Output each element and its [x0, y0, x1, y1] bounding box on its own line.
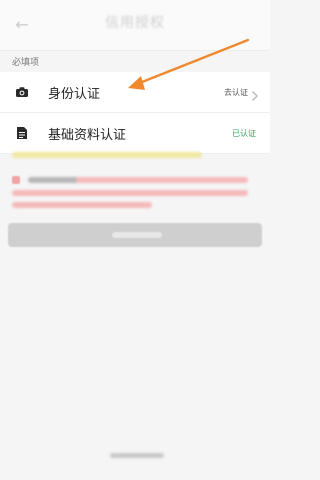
basic-info-status: 已认证 [232, 128, 256, 138]
basic-info-verification-label: 基础资料认证 [48, 127, 127, 143]
identity-verification-row[interactable]: 身份认证 去认证 [0, 72, 270, 113]
chevron-right-icon [252, 86, 258, 105]
submit-button-label [112, 232, 162, 238]
agreement-text [12, 190, 248, 196]
submit-button[interactable] [8, 223, 262, 247]
required-section-label: 必填项 [12, 58, 40, 68]
notice-text [12, 152, 202, 158]
page-title: 信用授权 [105, 15, 165, 31]
camera-icon [14, 84, 30, 100]
agreement-text [28, 177, 248, 183]
verification-list: 身份认证 去认证 基础资料认证 已认证 [0, 72, 270, 154]
identity-status: 去认证 [224, 87, 248, 97]
document-icon [14, 125, 30, 141]
identity-verification-label: 身份认证 [48, 86, 101, 102]
footer-note [110, 453, 164, 458]
basic-info-verification-row[interactable]: 基础资料认证 已认证 [0, 113, 270, 154]
agreement-checkbox[interactable] [12, 176, 20, 184]
agreement-link[interactable] [12, 202, 152, 208]
header-bar: ← 信用授权 [0, 0, 270, 51]
